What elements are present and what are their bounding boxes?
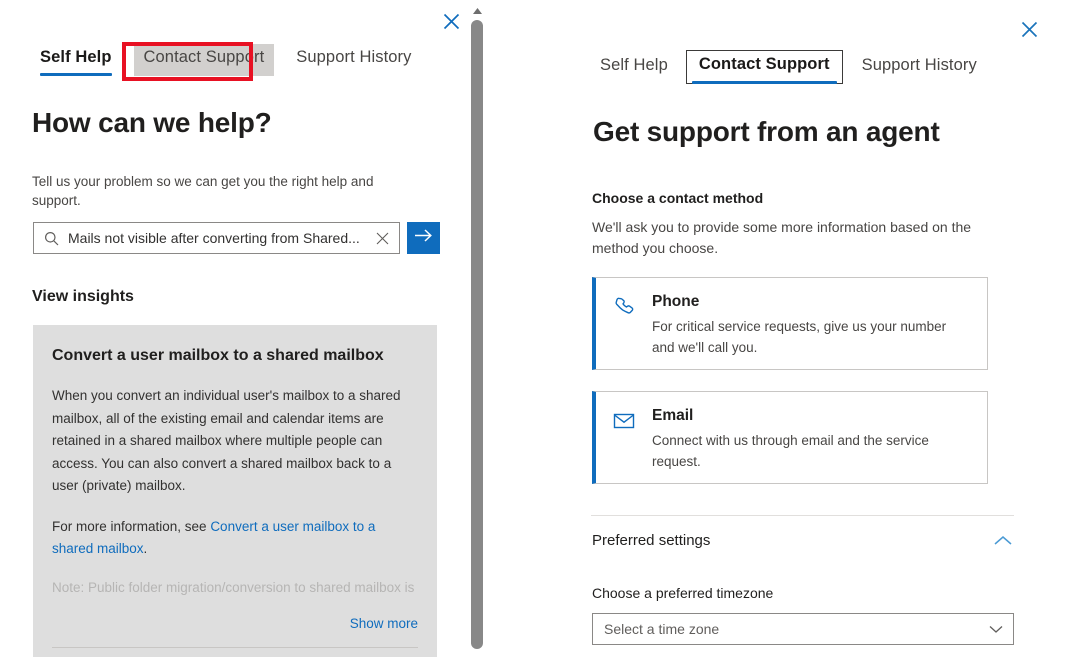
tab-support-history[interactable]: Support History xyxy=(852,52,987,84)
search-input[interactable]: Mails not visible after converting from … xyxy=(33,222,400,254)
mail-icon xyxy=(612,407,636,467)
tab-self-help[interactable]: Self Help xyxy=(30,44,122,76)
tab-label: Support History xyxy=(296,48,412,66)
section-divider xyxy=(591,515,1014,516)
view-insights-heading: View insights xyxy=(32,288,134,305)
insight-body: When you convert an individual user's ma… xyxy=(52,388,401,493)
method-texts: Phone For critical service requests, giv… xyxy=(652,293,971,355)
phone-icon xyxy=(612,293,636,353)
timezone-select[interactable]: Select a time zone xyxy=(592,613,1014,645)
tab-label: Support History xyxy=(861,56,977,74)
method-texts: Email Connect with us through email and … xyxy=(652,407,971,469)
contact-method-description: We'll ask you to provide some more infor… xyxy=(592,219,972,256)
tab-label: Self Help xyxy=(600,56,668,74)
search-row: Mails not visible after converting from … xyxy=(33,222,440,254)
caret-up-icon[interactable] xyxy=(471,6,483,16)
show-more-button[interactable]: Show more xyxy=(350,616,418,631)
search-input-value: Mails not visible after converting from … xyxy=(68,230,360,246)
tab-label: Self Help xyxy=(40,48,112,66)
search-submit-button[interactable] xyxy=(407,222,440,254)
contact-method-option-email[interactable]: Email Connect with us through email and … xyxy=(592,391,988,484)
chevron-up-icon[interactable] xyxy=(994,535,1012,546)
tab-contact-support[interactable]: Contact Support xyxy=(685,50,843,84)
method-title: Phone xyxy=(652,293,700,310)
left-support-panel: Self Help Contact Support Support Histor… xyxy=(0,0,466,657)
vertical-scrollbar[interactable] xyxy=(466,0,488,657)
method-title: Email xyxy=(652,407,694,424)
insight-more-prefix: For more information, see xyxy=(52,518,211,534)
insight-card: Convert a user mailbox to a shared mailb… xyxy=(33,325,437,657)
search-icon xyxy=(44,231,59,246)
right-tab-bar: Self Help Contact Support Support Histor… xyxy=(590,50,987,84)
tab-contact-support[interactable]: Contact Support xyxy=(133,44,275,76)
method-description: Connect with us through email and the se… xyxy=(652,433,929,469)
method-description: For critical service requests, give us y… xyxy=(652,319,947,355)
preferred-settings-accordion[interactable]: Preferred settings xyxy=(592,532,1012,549)
clear-search-icon[interactable] xyxy=(374,232,391,245)
page-subtitle: Tell us your problem so we can get you t… xyxy=(32,174,374,208)
preferred-settings-title: Preferred settings xyxy=(592,532,711,549)
page-title: Get support from an agent xyxy=(593,116,940,147)
scrollbar-thumb[interactable] xyxy=(471,20,483,649)
chevron-down-icon[interactable] xyxy=(989,625,1003,634)
insight-more-suffix: . xyxy=(143,541,148,556)
contact-method-heading: Choose a contact method xyxy=(592,190,764,206)
tab-support-history[interactable]: Support History xyxy=(286,44,421,76)
close-icon[interactable] xyxy=(438,8,464,34)
insight-title: Convert a user mailbox to a shared mailb… xyxy=(52,347,384,364)
right-support-panel: Self Help Contact Support Support Histor… xyxy=(500,0,1065,657)
support-pane-screenshot: Self Help Contact Support Support Histor… xyxy=(0,0,1065,657)
card-divider xyxy=(52,646,418,648)
contact-method-option-phone[interactable]: Phone For critical service requests, giv… xyxy=(592,277,988,370)
insight-note: Note: Public folder migration/conversion… xyxy=(52,579,415,595)
close-icon[interactable] xyxy=(1016,16,1042,42)
show-more-row: Show more xyxy=(52,615,418,633)
tab-self-help[interactable]: Self Help xyxy=(590,52,678,84)
tab-label: Contact Support xyxy=(698,55,830,73)
arrow-right-icon xyxy=(414,228,433,248)
page-title: How can we help? xyxy=(32,107,272,138)
timezone-selected-value: Select a time zone xyxy=(604,621,720,637)
tab-label: Contact Support xyxy=(143,48,265,66)
insight-more-info: For more information, see Convert a user… xyxy=(52,516,418,561)
left-tab-bar: Self Help Contact Support Support Histor… xyxy=(30,44,421,76)
timezone-label: Choose a preferred timezone xyxy=(592,585,774,601)
